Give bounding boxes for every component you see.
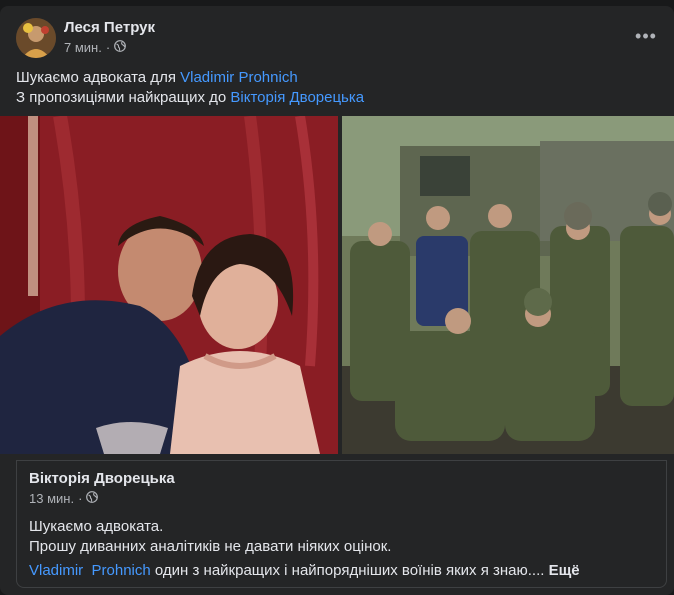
shared-line-3: Vladimir Prohnich один з найкращих і най… <box>29 562 580 579</box>
shared-line-1: Шукаємо адвоката. <box>29 518 164 535</box>
see-more-button[interactable]: Ещё <box>549 562 580 579</box>
more-dots-icon[interactable]: ••• <box>634 26 658 46</box>
post-line-2: З пропозиціями найкращих до Вікторія Дво… <box>16 89 365 106</box>
photo-soldiers[interactable] <box>342 116 674 454</box>
post-line-1: Шукаємо адвоката для Vladimir Prohnich <box>16 69 298 86</box>
mention-vladimir[interactable]: Vladimir <box>29 562 83 579</box>
mention-viktoriia-dvoretska[interactable]: Вікторія Дворецька <box>230 89 364 106</box>
shared-author-name[interactable]: Вікторія Дворецька <box>29 470 175 487</box>
shared-text: Шукаємо адвоката. Прошу диванних аналіти… <box>29 517 391 557</box>
post-meta: 7 мин. · <box>64 40 127 55</box>
post-photos <box>0 114 674 455</box>
post-author-name[interactable]: Леся Петрук <box>64 19 155 36</box>
shared-meta: 13 мин. · <box>29 491 99 506</box>
globe-icon <box>86 491 99 506</box>
shared-timestamp[interactable]: 13 мин. <box>29 491 74 506</box>
post-card: Леся Петрук 7 мин. · ••• Шукаємо адвокат… <box>0 6 674 595</box>
photo-collage <box>0 114 674 455</box>
globe-icon <box>114 40 127 55</box>
author-avatar[interactable] <box>16 18 56 58</box>
shared-line-2: Прошу диванних аналітиків не давати ніяк… <box>29 538 392 555</box>
mention-prohnich[interactable]: Prohnich <box>92 562 151 579</box>
post-timestamp[interactable]: 7 мин. <box>64 40 102 55</box>
photo-couple[interactable] <box>0 114 338 455</box>
shared-post[interactable]: Вікторія Дворецька 13 мин. · Шукаємо адв… <box>16 460 667 588</box>
mention-vladimir-prohnich[interactable]: Vladimir Prohnich <box>180 69 298 86</box>
post-text: Шукаємо адвоката для Vladimir Prohnich З… <box>16 68 364 108</box>
